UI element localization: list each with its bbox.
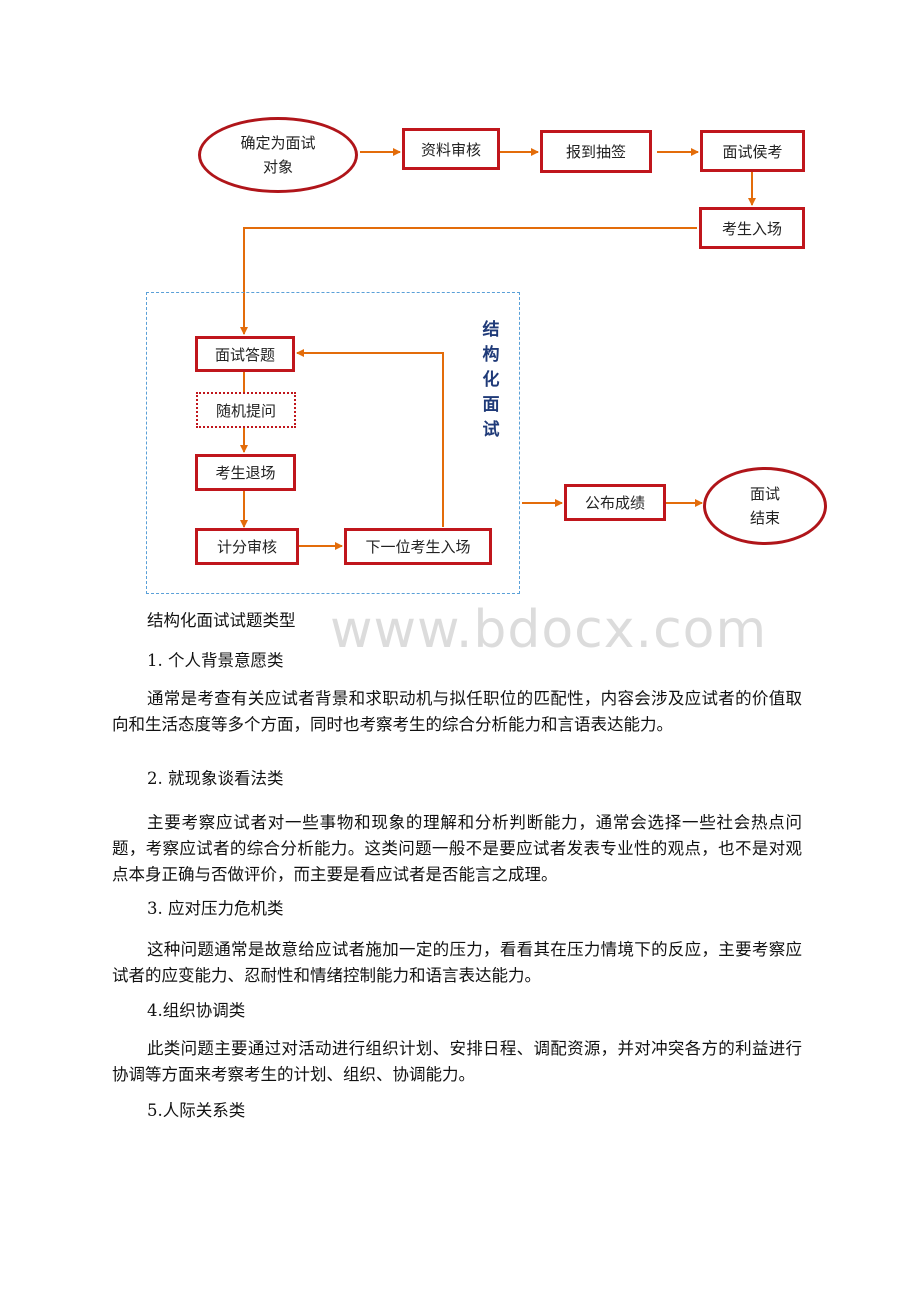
section-1-body-wrap: 通常是考查有关应试者背景和求职动机与拟任职位的匹配性，内容会涉及应试者的价值取向… [112,686,802,738]
step-checkin-draw: 报到抽签 [540,130,652,173]
step-answer-questions: 面试答题 [195,336,295,372]
section-heading: 1. 个人背景意愿类 [147,651,284,670]
step-publish-results: 公布成绩 [564,484,666,521]
section-1: 1. 个人背景意愿类 [112,648,802,674]
end-node: 面试 结束 [703,467,827,545]
step-waiting: 面试侯考 [700,130,805,172]
section-heading: 2. 就现象谈看法类 [147,769,284,788]
question-types-section: 结构化面试试题类型 [112,608,802,634]
interview-flowchart: 确定为面试 对象 资料审核 报到抽签 面试侯考 考生入场 结 构 化 面 试 面… [0,0,920,610]
section-body: 此类问题主要通过对活动进行组织计划、安排日程、调配资源，并对冲突各方的利益进行协… [112,1039,802,1084]
section-body: 主要考察应试者对一些事物和现象的理解和分析判断能力，通常会选择一些社会热点问题，… [112,813,802,884]
step-candidate-exit: 考生退场 [195,454,296,491]
step-score-review: 计分审核 [195,528,299,565]
section-5: 5.人际关系类 [112,1098,802,1124]
start-node: 确定为面试 对象 [198,117,358,193]
end-node-line1: 面试 [749,485,780,503]
section-3-body-wrap: 这种问题通常是故意给应试者施加一定的压力，看看其在压力情境下的反应，主要考察应试… [112,937,802,989]
section-heading: 3. 应对压力危机类 [147,899,284,918]
step-next-candidate: 下一位考生入场 [344,528,492,565]
structured-interview-label: 结 构 化 面 试 [482,320,500,440]
section-4-body-wrap: 此类问题主要通过对活动进行组织计划、安排日程、调配资源，并对冲突各方的利益进行协… [112,1036,802,1088]
section-title: 结构化面试试题类型 [147,611,296,630]
section-heading: 5.人际关系类 [147,1101,246,1120]
step-document-review: 资料审核 [402,128,500,170]
start-node-line1: 确定为面试 [240,134,316,152]
section-body: 通常是考查有关应试者背景和求职动机与拟任职位的匹配性，内容会涉及应试者的价值取向… [112,689,802,734]
step-candidate-enter: 考生入场 [699,207,805,249]
section-2: 2. 就现象谈看法类 [112,766,802,792]
section-2-body-wrap: 主要考察应试者对一些事物和现象的理解和分析判断能力，通常会选择一些社会热点问题，… [112,810,802,888]
step-random-question: 随机提问 [196,392,296,428]
start-node-line2: 对象 [262,158,293,176]
section-3: 3. 应对压力危机类 [112,896,802,922]
section-4: 4.组织协调类 [112,998,802,1024]
section-body: 这种问题通常是故意给应试者施加一定的压力，看看其在压力情境下的反应，主要考察应试… [112,940,802,985]
section-heading: 4.组织协调类 [147,1001,246,1020]
end-node-line2: 结束 [749,509,780,527]
